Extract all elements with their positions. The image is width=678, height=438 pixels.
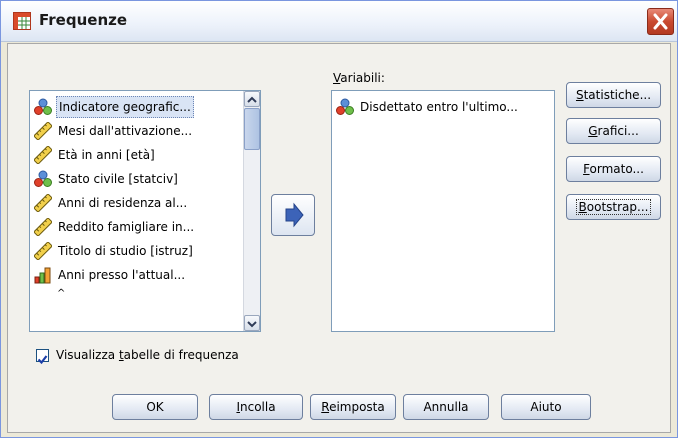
checkmark-icon [37, 355, 48, 365]
format-button[interactable]: Formato... [566, 156, 661, 182]
nominal-variable-icon [34, 98, 52, 115]
close-icon [653, 13, 668, 30]
charts-button[interactable]: Grafici... [566, 118, 661, 144]
target-variable-list[interactable]: Disdettato entro l'ultimo... [331, 90, 555, 332]
vertical-scrollbar[interactable] [243, 91, 260, 331]
variables-label: Variabili: [333, 71, 385, 85]
scale-variable-icon [34, 122, 52, 140]
display-frequency-tables-checkbox[interactable] [36, 349, 49, 365]
reset-button[interactable]: Reimposta [310, 394, 396, 420]
move-to-variables-button[interactable] [271, 194, 315, 236]
ok-button[interactable]: OK [112, 394, 198, 420]
source-variable-list[interactable]: Indicatore geografic... Mesi dall'attiva… [29, 90, 261, 332]
scroll-up-button[interactable] [244, 91, 260, 107]
nominal-variable-icon [34, 170, 52, 187]
dialog-body: Indicatore geografic... Mesi dall'attiva… [7, 43, 671, 433]
bootstrap-button[interactable]: Bootstrap... [566, 194, 661, 220]
scale-variable-icon [34, 218, 52, 236]
close-button[interactable] [647, 8, 674, 35]
paste-button[interactable]: Incolla [209, 394, 303, 420]
title-bar[interactable]: Frequenze [1, 1, 677, 42]
chevron-up-icon [247, 96, 257, 103]
scale-variable-icon [34, 194, 52, 212]
cancel-button[interactable]: Annulla [403, 394, 489, 420]
scale-variable-icon [34, 146, 52, 164]
statistics-button[interactable]: Statistiche... [566, 82, 661, 108]
scroll-thumb[interactable] [244, 108, 260, 150]
scale-variable-icon [34, 242, 52, 260]
nominal-variable-icon [336, 98, 354, 115]
frequencies-dialog: Frequenze Indicatore geografic... Mesi d… [0, 0, 678, 438]
arrow-right-icon [285, 202, 304, 228]
scroll-down-button[interactable] [244, 315, 260, 331]
window-title: Frequenze [39, 11, 128, 29]
truncated-item-glyph: ^ [57, 288, 66, 299]
chevron-down-icon [247, 321, 257, 328]
help-button[interactable]: Aiuto [501, 394, 591, 420]
display-frequency-tables-label[interactable]: Visualizza tabelle di frequenza [56, 348, 239, 362]
ordinal-variable-icon [34, 267, 51, 284]
frequencies-app-icon [13, 12, 31, 30]
